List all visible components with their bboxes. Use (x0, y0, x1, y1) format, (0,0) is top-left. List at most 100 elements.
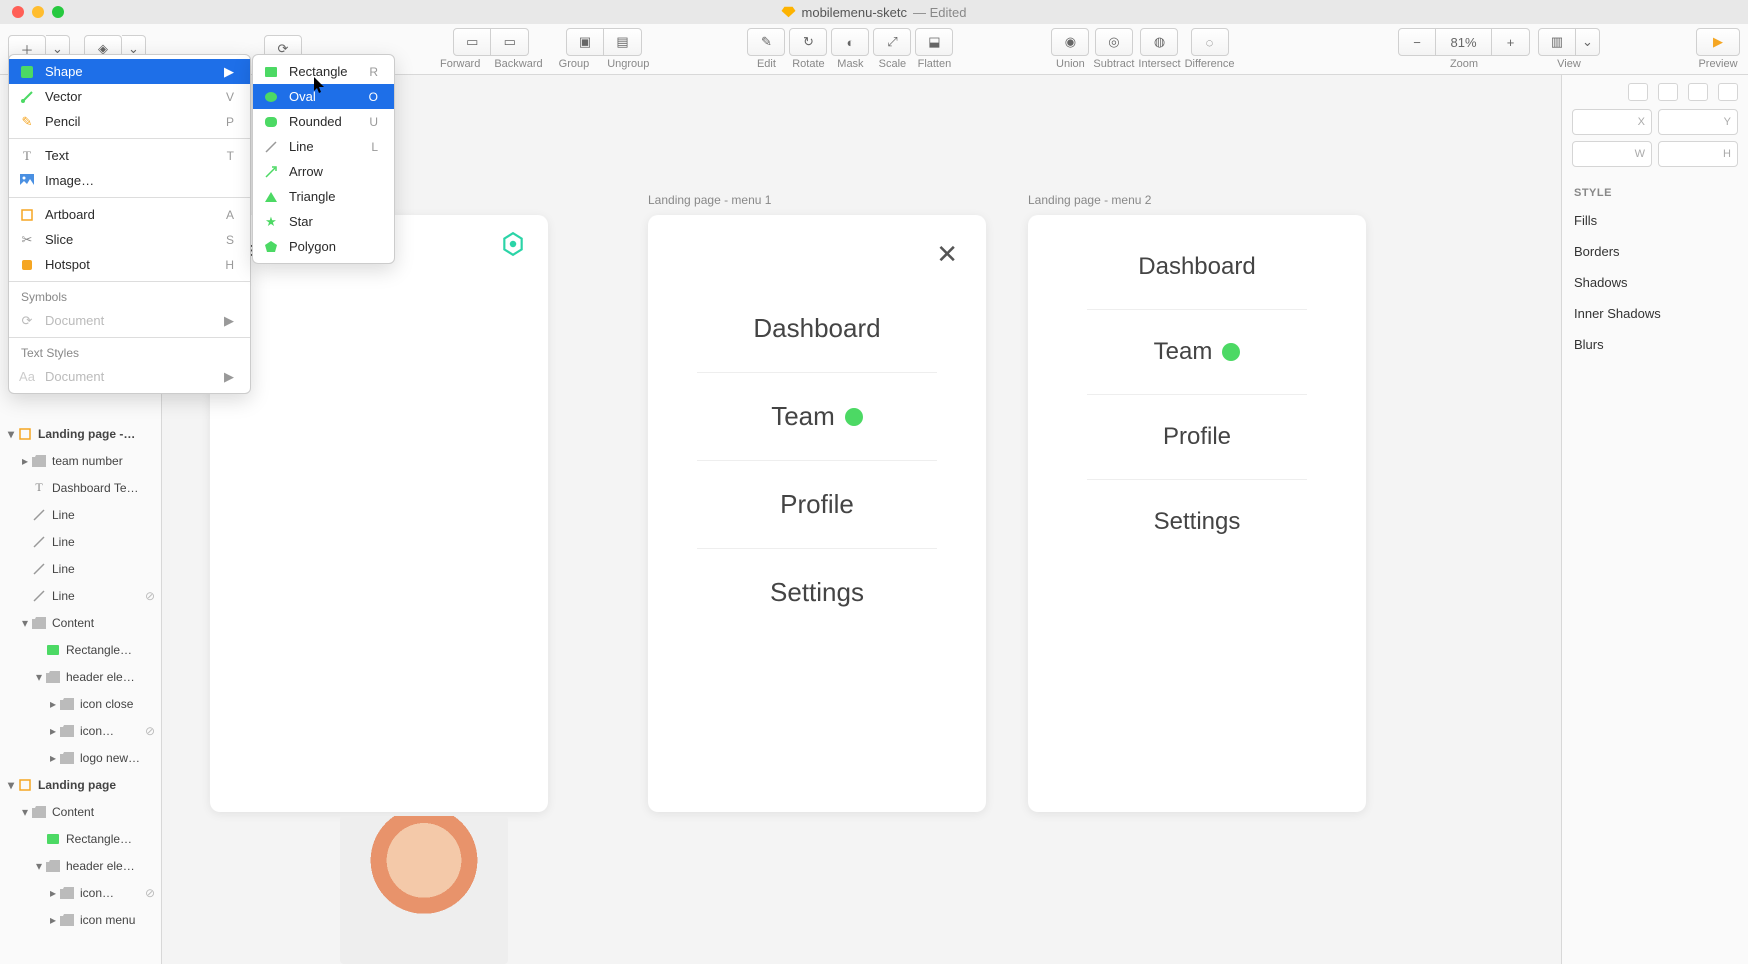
menu-item-artboard[interactable]: ArtboardA (9, 202, 250, 227)
disclosure-icon[interactable]: ▾ (34, 859, 44, 873)
close-window-button[interactable] (12, 6, 24, 18)
menu-item-vector[interactable]: VectorV (9, 84, 250, 109)
layer-row[interactable]: ▸ team number (0, 447, 161, 474)
document-name: mobilemenu-sketc (802, 5, 908, 20)
x-field[interactable]: X (1572, 109, 1652, 135)
layer-row[interactable]: ▾header ele… (0, 663, 161, 690)
hidden-icon[interactable]: ⊘ (145, 589, 155, 603)
ungroup-button[interactable]: ▤ (604, 28, 642, 56)
menu-entry: Team (697, 401, 937, 461)
inspector-section-borders[interactable]: Borders (1562, 236, 1748, 267)
y-field[interactable]: Y (1658, 109, 1738, 135)
submenu-item-rounded[interactable]: RoundedU (253, 109, 394, 134)
menu-item-image-[interactable]: Image… (9, 168, 250, 193)
rotate-button[interactable]: ↻ (789, 28, 827, 56)
layer-row[interactable]: ▾header ele… (0, 852, 161, 879)
menu-item-label: Polygon (289, 239, 378, 254)
intersect-button[interactable]: ◍ (1140, 28, 1178, 56)
layer-row[interactable]: ▾ Content (0, 798, 161, 825)
preview-button[interactable]: ▶ (1696, 28, 1740, 56)
disclosure-icon[interactable]: ▾ (6, 778, 16, 792)
mask-button[interactable]: ◐ (831, 28, 869, 56)
align-button[interactable] (1628, 83, 1648, 101)
layer-row[interactable]: TDashboard Te… (0, 474, 161, 501)
flatten-button[interactable]: ⬓ (915, 28, 953, 56)
layer-row[interactable]: ▸icon…⊘ (0, 879, 161, 906)
edit-button[interactable]: ✎ (747, 28, 785, 56)
backward-button[interactable]: ▭ (491, 28, 529, 56)
layer-row[interactable]: Rectangle… (0, 636, 161, 663)
layer-name: team number (52, 454, 123, 468)
submenu-item-line[interactable]: LineL (253, 134, 394, 159)
disclosure-icon[interactable]: ▸ (48, 751, 58, 765)
menu-item-shape[interactable]: Shape▶ (9, 59, 250, 84)
artboard-menu-1[interactable]: Landing page - menu 1 ✕ Dashboard Team P… (648, 215, 986, 812)
layer-row[interactable]: ▾Landing page (0, 771, 161, 798)
layer-row[interactable]: ▾Content (0, 609, 161, 636)
zoom-out-button[interactable]: − (1398, 28, 1436, 56)
disclosure-icon[interactable]: ▾ (34, 670, 44, 684)
menu-separator (9, 138, 250, 139)
disclosure-icon[interactable]: ▸ (48, 724, 58, 738)
disclosure-icon[interactable]: ▾ (20, 805, 30, 819)
layer-name: Content (52, 805, 94, 819)
view-button[interactable]: ▥ (1538, 28, 1576, 56)
inspector-section-fills[interactable]: Fills (1562, 205, 1748, 236)
layer-row[interactable]: Line⊘ (0, 582, 161, 609)
forward-button[interactable]: ▭ (453, 28, 491, 56)
submenu-item-star[interactable]: ★Star (253, 209, 394, 234)
menu-item-text[interactable]: TTextT (9, 143, 250, 168)
union-button[interactable]: ◉ (1051, 28, 1089, 56)
align-button[interactable] (1688, 83, 1708, 101)
inspector-section-shadows[interactable]: Shadows (1562, 267, 1748, 298)
layer-row[interactable]: Line (0, 501, 161, 528)
shortcut-label: A (226, 208, 234, 222)
zoom-in-button[interactable]: + (1492, 28, 1530, 56)
layer-row[interactable]: Line (0, 528, 161, 555)
disclosure-icon[interactable]: ▸ (20, 454, 30, 468)
insert-menu[interactable]: Shape▶VectorV✎PencilP TTextTImage… Artboar… (8, 54, 251, 394)
h-field[interactable]: H (1658, 141, 1738, 167)
layer-row[interactable]: Rectangle… (0, 825, 161, 852)
disclosure-icon[interactable]: ▸ (48, 913, 58, 927)
menu-item-hotspot[interactable]: HotspotH (9, 252, 250, 277)
align-button[interactable] (1718, 83, 1738, 101)
submenu-item-triangle[interactable]: Triangle (253, 184, 394, 209)
submenu-item-arrow[interactable]: Arrow (253, 159, 394, 184)
group-button[interactable]: ▣ (566, 28, 604, 56)
fullscreen-window-button[interactable] (52, 6, 64, 18)
layer-row[interactable]: ▸icon menu (0, 906, 161, 933)
view-dropdown[interactable]: ⌄ (1576, 28, 1600, 56)
layer-row[interactable]: Line (0, 555, 161, 582)
align-button[interactable] (1658, 83, 1678, 101)
layer-row[interactable]: ▸logo new… (0, 744, 161, 771)
inspector-section-inner-shadows[interactable]: Inner Shadows (1562, 298, 1748, 329)
inspector-section-blurs[interactable]: Blurs (1562, 329, 1748, 360)
document-icon: ⟳ (19, 313, 35, 329)
artboard-menu-2[interactable]: Landing page - menu 2 Dashboard Team Pro… (1028, 215, 1366, 812)
scale-button[interactable]: ⤢ (873, 28, 911, 56)
field-label: H (1723, 148, 1731, 160)
w-field[interactable]: W (1572, 141, 1652, 167)
layer-row[interactable]: ▸icon…⊘ (0, 717, 161, 744)
menu-item-slice[interactable]: ✂SliceS (9, 227, 250, 252)
layer-row[interactable]: ▾Landing page -… (0, 420, 161, 447)
hidden-icon[interactable]: ⊘ (145, 886, 155, 900)
intersect-label: Intersect (1138, 58, 1180, 70)
disclosure-icon[interactable]: ▸ (48, 697, 58, 711)
minimize-window-button[interactable] (32, 6, 44, 18)
zoom-value[interactable]: 81% (1436, 28, 1492, 56)
subtract-button[interactable]: ◎ (1095, 28, 1133, 56)
disclosure-icon[interactable]: ▾ (20, 616, 30, 630)
difference-button[interactable]: ◌ (1191, 28, 1229, 56)
shortcut-label: U (369, 115, 378, 129)
text-styles-header: Text Styles (9, 342, 250, 364)
hidden-icon[interactable]: ⊘ (145, 724, 155, 738)
menu-item-pencil[interactable]: ✎PencilP (9, 109, 250, 134)
submenu-item-polygon[interactable]: Polygon (253, 234, 394, 259)
disclosure-icon[interactable]: ▾ (6, 427, 16, 441)
disclosure-icon[interactable]: ▸ (48, 886, 58, 900)
layer-name: Dashboard Te… (52, 481, 139, 495)
layer-row[interactable]: ▸icon close (0, 690, 161, 717)
artboard-landing-page[interactable]: ≡ (210, 215, 548, 812)
